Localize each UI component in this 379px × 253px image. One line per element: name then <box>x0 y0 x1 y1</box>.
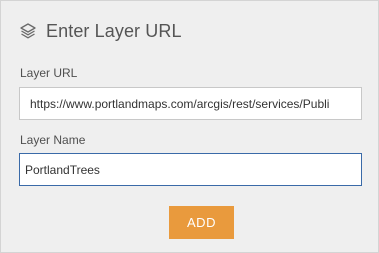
layer-url-input[interactable] <box>19 87 362 120</box>
layer-url-label: Layer URL <box>20 66 78 80</box>
layer-name-label: Layer Name <box>20 133 86 147</box>
layers-icon <box>19 22 37 40</box>
add-button[interactable]: ADD <box>169 206 234 239</box>
panel-header: Enter Layer URL <box>19 19 182 43</box>
add-layer-panel: Enter Layer URL Layer URL Layer Name ADD <box>0 0 379 253</box>
panel-title: Enter Layer URL <box>46 20 182 41</box>
layer-name-input[interactable] <box>19 153 362 186</box>
